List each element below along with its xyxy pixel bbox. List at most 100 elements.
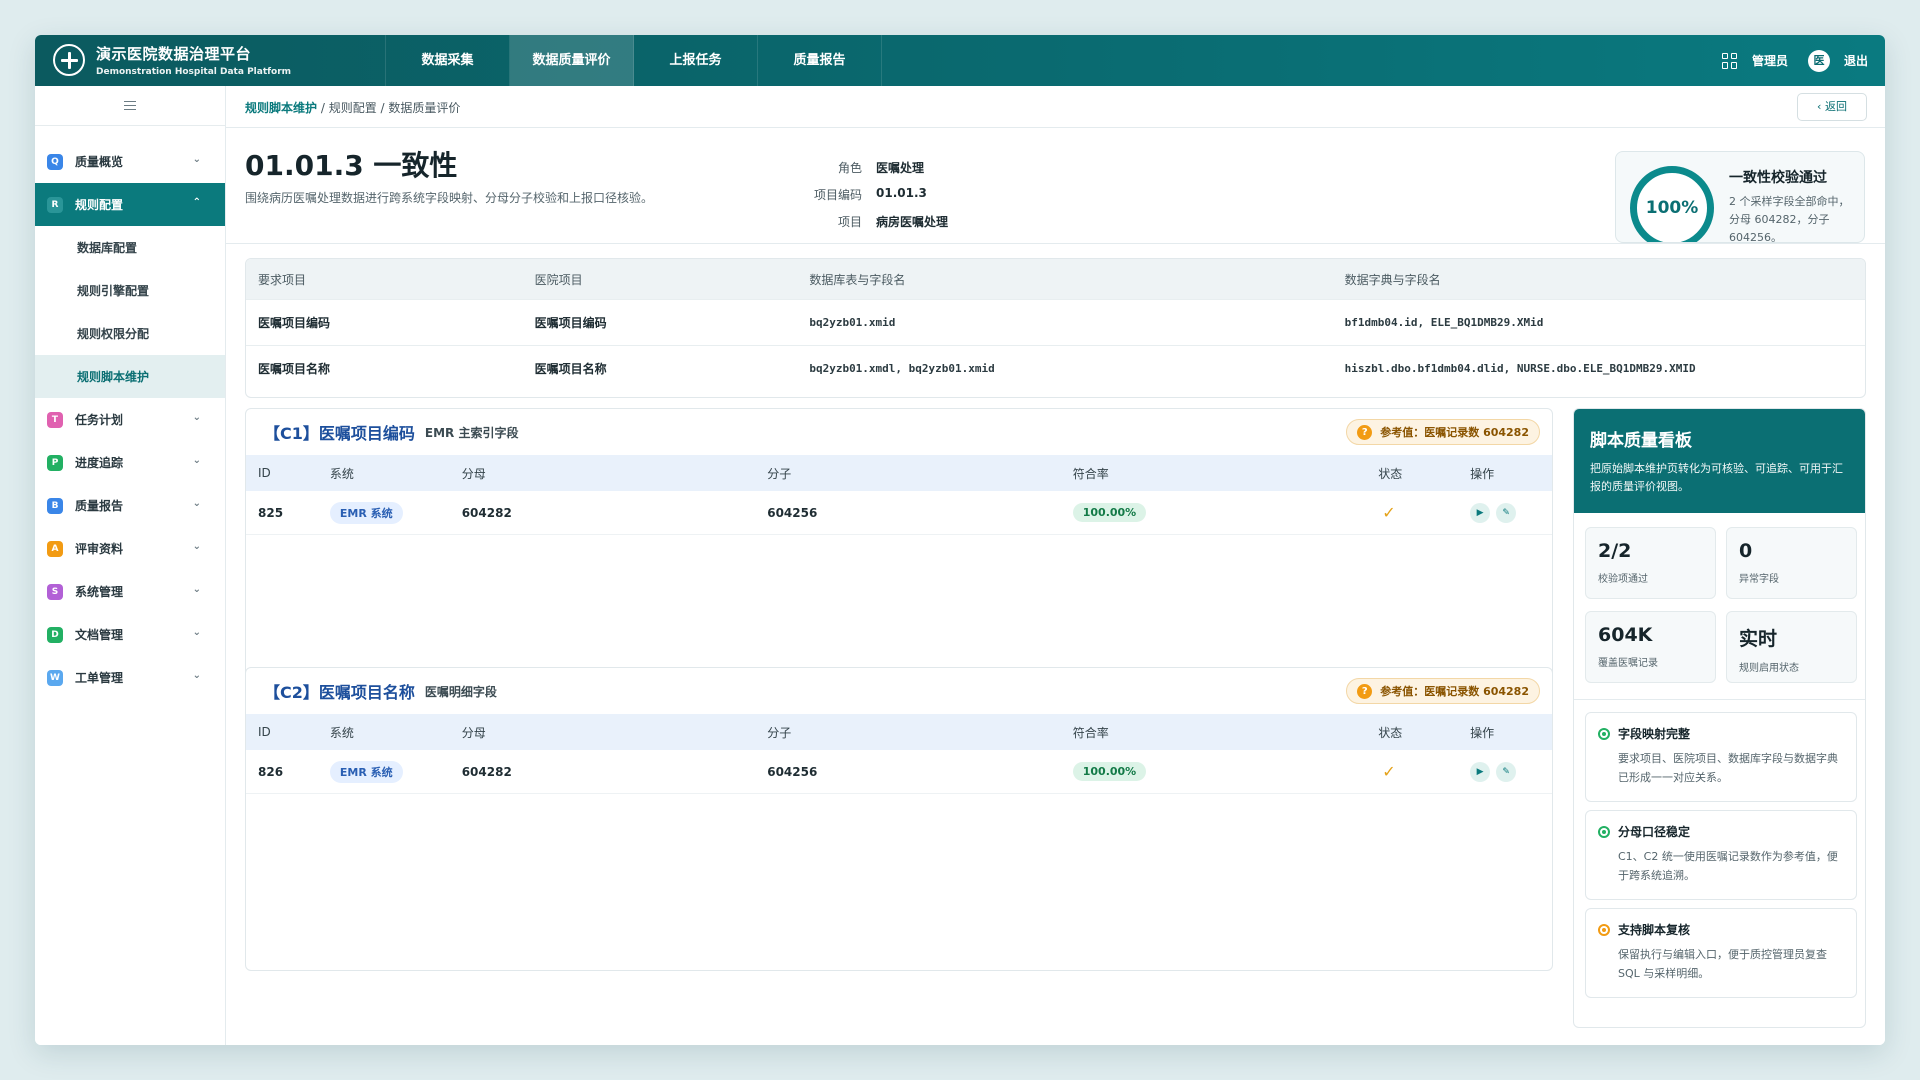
chevron-down-icon: ⌄ [192, 584, 201, 595]
rule-header: 【C1】医嘱项目编码 EMR 主索引字段 ? 参考值：医嘱记录数 604282 [246, 409, 1552, 455]
sidebar-item-label: 系统管理 [75, 585, 124, 599]
question-icon: ? [1357, 424, 1373, 440]
table-header: ID 系统 分母 分子 符合率 状态 操作 [246, 714, 1552, 750]
nav-data-collection[interactable]: 数据采集 [386, 35, 510, 86]
table-cell: 医嘱项目名称 [534, 362, 607, 376]
sidebar-item-system-admin[interactable]: S 系统管理 ⌄ [35, 570, 225, 613]
rule-card-c2: 【C2】医嘱项目名称 医嘱明细字段 ? 参考值：医嘱记录数 604282 ID … [245, 667, 1553, 971]
table-header: ID 系统 分母 分子 符合率 状态 操作 [246, 455, 1552, 491]
sidebar-subitem-rule-engine[interactable]: 规则引擎配置 [35, 269, 225, 312]
meta-value: 病房医嘱处理 [876, 215, 949, 229]
sidebar-item-review-material[interactable]: A 评审资料 ⌄ [35, 527, 225, 570]
play-icon[interactable]: ▶ [1470, 761, 1491, 782]
play-icon[interactable]: ▶ [1470, 502, 1491, 523]
meta-row: 项目编码 01.01.3 [786, 186, 948, 213]
table-cell: bq2yzb01.xmdl, bq2yzb01.xmid [809, 362, 995, 375]
column-header: 医院项目 [534, 272, 583, 287]
sidebar: Q 质量概览 ⌄ R 规则配置 ⌃ 数据库配置 规则引擎配置 规则权限分配 规则… [35, 86, 226, 1045]
brand-area[interactable]: 演示医院数据治理平台 Demonstration Hospital Data P… [53, 43, 291, 77]
nav-report-task[interactable]: 上报任务 [634, 35, 758, 86]
meta-key: 项目 [837, 215, 862, 229]
table-row: 医嘱项目编码 医嘱项目编码 bq2yzb01.xmid bf1dmb04.id,… [246, 299, 1865, 345]
sidebar-item-task-plan[interactable]: T 任务计划 ⌄ [35, 398, 225, 441]
rate-badge: 100.00% [1072, 762, 1147, 781]
feature-title: 支持脚本复核 [1618, 923, 1691, 937]
logout-button[interactable]: 退出 [1844, 52, 1868, 69]
feature-card: 支持脚本复核 保留执行与编辑入口，便于质控管理员复查 SQL 与采样明细。 [1585, 908, 1857, 998]
meta-info: 角色 医嘱处理 项目编码 01.01.3 项目 病房医嘱处理 [786, 159, 948, 240]
column-header: ID [258, 725, 271, 739]
stat-value: 0 [1739, 540, 1753, 562]
meta-value: 医嘱处理 [876, 161, 925, 175]
sidebar-item-doc-admin[interactable]: D 文档管理 ⌄ [35, 613, 225, 656]
column-header: 状态 [1378, 466, 1403, 481]
stat-value: 2/2 [1598, 540, 1632, 562]
sidebar-item-label: 评审资料 [75, 542, 124, 556]
cell-numerator: 604256 [767, 764, 818, 779]
ticket-admin-icon: W [47, 669, 63, 686]
cell-actions: ▶ ✎ [1458, 761, 1552, 782]
stat-value: 实时 [1739, 628, 1778, 650]
avatar[interactable]: 医 [1807, 49, 1830, 72]
stat-card: 604K 覆盖医嘱记录 [1585, 611, 1716, 683]
doc-admin-icon: D [47, 626, 63, 643]
breadcrumb-link[interactable]: 规则脚本维护 [245, 101, 317, 115]
menu-toggle[interactable] [35, 86, 225, 126]
stats-grid: 2/2 校验项通过 0 异常字段 604K 覆盖医嘱记录 实时 规则启用状态 [1585, 527, 1857, 687]
sidebar-item-quality-report[interactable]: B 质量报告 ⌄ [35, 484, 225, 527]
sidebar-subitem-db-config[interactable]: 数据库配置 [35, 226, 225, 269]
rule-subtitle: EMR 主索引字段 [424, 425, 519, 440]
feature-card: 分母口径稳定 C1、C2 统一使用医嘱记录数作为参考值，便于跨系统追溯。 [1585, 810, 1857, 900]
chevron-down-icon: ⌄ [192, 412, 201, 423]
chevron-down-icon: ⌄ [192, 627, 201, 638]
edit-icon[interactable]: ✎ [1496, 761, 1517, 782]
app-grid-icon[interactable] [1721, 52, 1738, 69]
feature-title-row: 支持脚本复核 [1598, 921, 1846, 938]
back-button[interactable]: ‹ 返回 [1797, 93, 1867, 121]
nav-data-quality[interactable]: 数据质量评价 [510, 35, 634, 86]
sidebar-item-label: 规则配置 [75, 198, 124, 212]
sidebar-item-progress[interactable]: P 进度追踪 ⌄ [35, 441, 225, 484]
cell-rate: 100.00% [1061, 762, 1367, 781]
column-header: 状态 [1378, 725, 1403, 740]
sidebar-menu: Q 质量概览 ⌄ R 规则配置 ⌃ 数据库配置 规则引擎配置 规则权限分配 规则… [35, 126, 225, 699]
table-cell: 医嘱项目名称 [258, 362, 331, 376]
pass-description: 2 个采样字段全部命中，分母 604282，分子 604256。 [1729, 195, 1850, 243]
sidebar-subitem-rule-script[interactable]: 规则脚本维护 [35, 355, 225, 398]
cell-rate: 100.00% [1061, 503, 1367, 522]
board-title: 脚本质量看板 [1590, 431, 1692, 451]
cell-actions: ▶ ✎ [1458, 502, 1552, 523]
meta-value: 01.01.3 [876, 186, 927, 200]
question-icon: ? [1357, 683, 1373, 699]
rule-subtitle: 医嘱明细字段 [424, 684, 497, 699]
page-title: 01.01.3 一致性 [245, 149, 458, 182]
divider [1574, 699, 1865, 700]
brand-title-cn: 演示医院数据治理平台 [96, 45, 252, 63]
cell-id: 825 [258, 505, 284, 520]
sidebar-item-ticket-admin[interactable]: W 工单管理 ⌄ [35, 656, 225, 699]
cell-status: ✓ [1366, 762, 1458, 781]
sidebar-subitem-rule-permission[interactable]: 规则权限分配 [35, 312, 225, 355]
progress-icon: P [47, 454, 63, 471]
reference-badge: ? 参考值：医嘱记录数 604282 [1346, 419, 1540, 445]
feature-title: 分母口径稳定 [1618, 825, 1691, 839]
user-name[interactable]: 管理员 [1752, 52, 1788, 69]
review-material-icon: A [47, 540, 63, 557]
column-header: 操作 [1470, 725, 1495, 740]
feature-title-row: 分母口径稳定 [1598, 823, 1846, 840]
pass-summary-card: 100% 一致性校验通过 2 个采样字段全部命中，分母 604282，分子 60… [1615, 151, 1865, 243]
column-header: 要求项目 [258, 272, 307, 287]
sidebar-item-rule-config[interactable]: R 规则配置 ⌃ [35, 183, 225, 226]
table-cell: hiszbl.dbo.bf1dmb04.dlid, NURSE.dbo.ELE_… [1344, 362, 1696, 375]
brand-title-en: Demonstration Hospital Data Platform [96, 67, 292, 77]
reference-badge: ? 参考值：医嘱记录数 604282 [1346, 678, 1540, 704]
column-header: 系统 [329, 725, 354, 740]
column-header: 系统 [329, 466, 354, 481]
nav-quality-report[interactable]: 质量报告 [758, 35, 882, 86]
cell-denominator: 604282 [461, 764, 512, 779]
sidebar-item-quality-overview[interactable]: Q 质量概览 ⌄ [35, 140, 225, 183]
cell-denominator: 604282 [461, 505, 512, 520]
table-row: 826 EMR 系统 604282 604256 100.00% ✓ ▶ ✎ [246, 750, 1552, 794]
edit-icon[interactable]: ✎ [1496, 502, 1517, 523]
board-header: 脚本质量看板 把原始脚本维护页转化为可核验、可追踪、可用于汇报的质量评价视图。 [1574, 409, 1865, 513]
